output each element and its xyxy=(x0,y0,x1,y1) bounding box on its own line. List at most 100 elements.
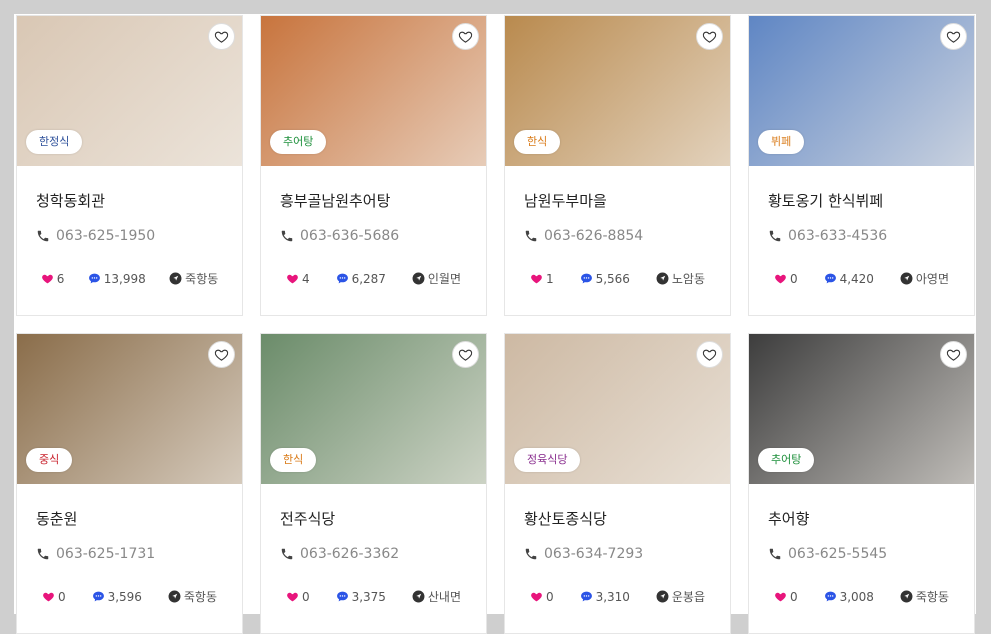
restaurant-photo[interactable]: 중식 xyxy=(17,334,242,484)
likes-count: 0 xyxy=(545,589,554,604)
restaurant-card[interactable]: 중식 동춘원 063-625-1731 0 3,596 죽항동 xyxy=(16,333,243,634)
location-name: 죽항동 xyxy=(915,590,949,604)
restaurant-name[interactable]: 남원두부마을 xyxy=(524,190,607,211)
location-arrow-icon xyxy=(900,590,913,603)
likes-count: 0 xyxy=(789,271,798,286)
chat-bubble-icon xyxy=(580,273,592,284)
favorite-button[interactable] xyxy=(940,341,967,368)
comments-stat: 3,310 xyxy=(580,590,630,604)
likes-count: 0 xyxy=(57,589,66,604)
stats-row: 1 5,566 노암동 xyxy=(505,270,730,287)
location-name: 노암동 xyxy=(671,272,705,286)
phone-icon xyxy=(525,548,537,560)
phone-icon xyxy=(37,548,49,560)
location-stat: 산내면 xyxy=(412,588,461,605)
phone-icon xyxy=(37,230,49,242)
stats-row: 0 3,375 산내면 xyxy=(261,588,486,605)
restaurant-photo[interactable]: 추어탕 xyxy=(261,16,486,166)
location-arrow-icon xyxy=(169,272,182,285)
favorite-button[interactable] xyxy=(940,23,967,50)
restaurant-card[interactable]: 한식 남원두부마을 063-626-8854 1 5,566 노암동 xyxy=(504,15,731,316)
restaurant-name[interactable]: 청학동회관 xyxy=(36,190,105,211)
restaurant-card[interactable]: 정육식당 황산토종식당 063-634-7293 0 3,310 운봉읍 xyxy=(504,333,731,634)
category-badge: 한식 xyxy=(514,130,561,154)
restaurant-name[interactable]: 전주식당 xyxy=(280,508,335,529)
stats-row: 4 6,287 인월면 xyxy=(261,270,486,287)
location-name: 죽항동 xyxy=(185,272,219,286)
likes-count: 6 xyxy=(56,271,65,286)
restaurant-name[interactable]: 황토옹기 한식뷔페 xyxy=(768,190,883,211)
phone-number[interactable]: 063-636-5686 xyxy=(300,228,399,244)
comments-stat: 3,596 xyxy=(92,590,142,604)
phone-number[interactable]: 063-625-1731 xyxy=(56,546,155,562)
favorite-button[interactable] xyxy=(452,341,479,368)
restaurant-photo[interactable]: 정육식당 xyxy=(505,334,730,484)
favorite-button[interactable] xyxy=(208,23,235,50)
stats-row: 6 13,998 죽항동 xyxy=(17,270,242,287)
comments-count: 3,596 xyxy=(107,589,142,604)
location-arrow-icon xyxy=(412,590,425,603)
location-name: 운봉읍 xyxy=(671,590,705,604)
restaurant-photo[interactable]: 한식 xyxy=(261,334,486,484)
phone-number[interactable]: 063-626-8854 xyxy=(544,228,643,244)
comments-count: 13,998 xyxy=(103,271,146,286)
favorite-button[interactable] xyxy=(696,23,723,50)
phone-row: 063-626-3362 xyxy=(280,546,399,562)
phone-row: 063-625-1731 xyxy=(36,546,155,562)
comments-stat: 4,420 xyxy=(824,272,874,286)
phone-icon xyxy=(281,230,293,242)
heart-outline-icon xyxy=(946,31,961,43)
category-badge: 중식 xyxy=(26,448,73,472)
phone-number[interactable]: 063-633-4536 xyxy=(788,228,887,244)
restaurant-card[interactable]: 추어탕 추어향 063-625-5545 0 3,008 죽항동 xyxy=(748,333,975,634)
likes-count: 0 xyxy=(301,589,310,604)
phone-icon xyxy=(281,548,293,560)
heart-icon xyxy=(531,592,542,602)
restaurant-name[interactable]: 추어향 xyxy=(768,508,809,529)
phone-number[interactable]: 063-625-1950 xyxy=(56,228,155,244)
restaurant-card[interactable]: 한정식 청학동회관 063-625-1950 6 13,998 죽항동 xyxy=(16,15,243,316)
stats-row: 0 4,420 아영면 xyxy=(749,270,974,287)
location-stat: 인월면 xyxy=(412,270,461,287)
comments-count: 5,566 xyxy=(595,271,630,286)
chat-bubble-icon xyxy=(824,591,836,602)
restaurant-name[interactable]: 동춘원 xyxy=(36,508,77,529)
phone-number[interactable]: 063-626-3362 xyxy=(300,546,399,562)
comments-stat: 13,998 xyxy=(88,272,146,286)
favorite-button[interactable] xyxy=(208,341,235,368)
location-stat: 운봉읍 xyxy=(656,588,705,605)
restaurant-name[interactable]: 흥부골남원추어탕 xyxy=(280,190,390,211)
location-stat: 죽항동 xyxy=(168,588,217,605)
restaurant-card[interactable]: 뷔페 황토옹기 한식뷔페 063-633-4536 0 4,420 아영면 xyxy=(748,15,975,316)
chat-bubble-icon xyxy=(336,591,348,602)
restaurant-card[interactable]: 추어탕 흥부골남원추어탕 063-636-5686 4 6,287 인월면 xyxy=(260,15,487,316)
favorite-button[interactable] xyxy=(452,23,479,50)
category-badge: 추어탕 xyxy=(270,130,327,154)
likes-stat: 0 xyxy=(42,590,66,604)
phone-row: 063-633-4536 xyxy=(768,228,887,244)
location-stat: 죽항동 xyxy=(169,270,218,287)
restaurant-name[interactable]: 황산토종식당 xyxy=(524,508,607,529)
comments-count: 3,310 xyxy=(595,589,630,604)
restaurant-photo[interactable]: 추어탕 xyxy=(749,334,974,484)
comments-stat: 3,008 xyxy=(824,590,874,604)
restaurant-photo[interactable]: 뷔페 xyxy=(749,16,974,166)
likes-count: 0 xyxy=(789,589,798,604)
phone-row: 063-636-5686 xyxy=(280,228,399,244)
restaurant-photo[interactable]: 한정식 xyxy=(17,16,242,166)
phone-icon xyxy=(769,230,781,242)
restaurant-photo[interactable]: 한식 xyxy=(505,16,730,166)
comments-count: 3,008 xyxy=(839,589,874,604)
stats-row: 0 3,310 운봉읍 xyxy=(505,588,730,605)
phone-number[interactable]: 063-625-5545 xyxy=(788,546,887,562)
phone-number[interactable]: 063-634-7293 xyxy=(544,546,643,562)
chat-bubble-icon xyxy=(824,273,836,284)
favorite-button[interactable] xyxy=(696,341,723,368)
likes-stat: 0 xyxy=(774,272,798,286)
phone-row: 063-625-1950 xyxy=(36,228,155,244)
comments-count: 3,375 xyxy=(351,589,386,604)
likes-stat: 6 xyxy=(41,271,65,286)
restaurant-card[interactable]: 한식 전주식당 063-626-3362 0 3,375 산내면 xyxy=(260,333,487,634)
phone-row: 063-625-5545 xyxy=(768,546,887,562)
chat-bubble-icon xyxy=(336,273,348,284)
